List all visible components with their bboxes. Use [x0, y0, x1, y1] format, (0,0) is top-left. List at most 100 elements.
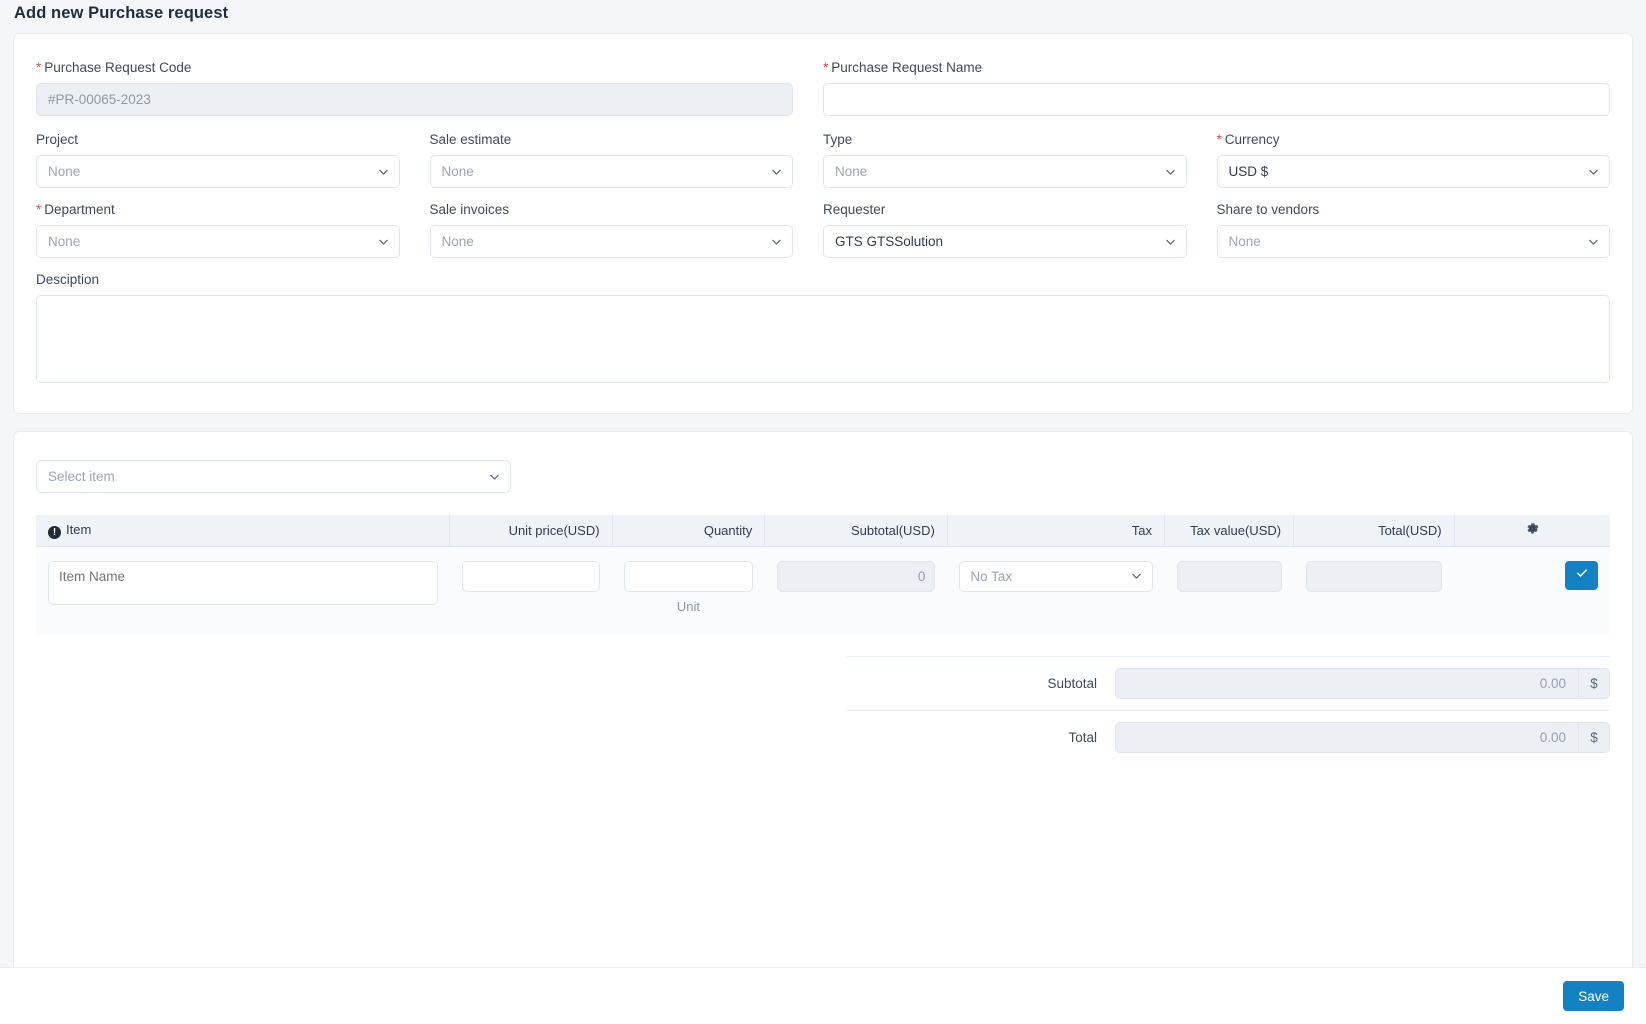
tax-select[interactable]: No Tax: [959, 561, 1152, 592]
department-select[interactable]: None: [36, 225, 400, 258]
field-sale-estimate: Sale estimate None: [430, 132, 824, 188]
chevron-down-icon: [771, 236, 782, 247]
department-select-value: None: [48, 234, 80, 249]
chevron-down-icon: [378, 236, 389, 247]
cell-subtotal: 0: [765, 546, 948, 634]
col-header-tax-value: Tax value(USD): [1165, 515, 1294, 546]
unit-price-input[interactable]: [462, 561, 600, 592]
form-row-3: *Department None Sale invoices None Requ…: [36, 202, 1610, 258]
select-item-placeholder: Select item: [48, 469, 115, 484]
quantity-unit-note: Unit: [624, 599, 753, 614]
required-asterisk: *: [823, 60, 828, 75]
label-text: Department: [44, 202, 115, 217]
subtotal-currency-suffix: $: [1578, 668, 1610, 699]
cell-unit-price: [450, 546, 612, 634]
quantity-input[interactable]: [624, 561, 753, 592]
totals-section: Subtotal 0.00 $ Total 0.00 $: [36, 656, 1610, 764]
cell-tax: No Tax: [947, 546, 1164, 634]
type-select-value: None: [835, 164, 867, 179]
field-currency: *Currency USD $: [1217, 132, 1611, 188]
bottom-spacer: [36, 764, 1610, 838]
currency-select[interactable]: USD $: [1217, 155, 1611, 188]
field-department: *Department None: [36, 202, 430, 258]
purchase-request-name-input[interactable]: [823, 83, 1610, 116]
save-button[interactable]: Save: [1563, 981, 1624, 1011]
chevron-down-icon: [1588, 236, 1599, 247]
table-row: Unit 0 No Tax: [36, 546, 1610, 634]
required-asterisk: *: [36, 202, 41, 217]
total-input: 0.00: [1115, 722, 1578, 753]
page-title: Add new Purchase request: [14, 4, 1646, 23]
requester-select[interactable]: GTS GTSSolution: [823, 225, 1187, 258]
chevron-down-icon: [1165, 166, 1176, 177]
field-requester: Requester GTS GTSSolution: [823, 202, 1217, 258]
total-row: Total 0.00 $: [847, 710, 1610, 764]
subtotal-value: 0: [777, 561, 936, 592]
project-select-value: None: [48, 164, 80, 179]
subtotal-input: 0.00: [1115, 668, 1578, 699]
subtotal-row: Subtotal 0.00 $: [847, 656, 1610, 710]
purchase-request-code-input[interactable]: #PR-00065-2023: [36, 83, 793, 116]
total-currency-suffix: $: [1578, 722, 1610, 753]
field-share-to-vendors: Share to vendors None: [1217, 202, 1611, 258]
label-sale-invoices: Sale invoices: [430, 202, 794, 218]
chevron-down-icon: [771, 166, 782, 177]
col-header-unit-price: Unit price(USD): [450, 515, 612, 546]
total-label: Total: [847, 730, 1115, 745]
label-purchase-request-name: *Purchase Request Name: [823, 60, 1610, 76]
label-share-to-vendors: Share to vendors: [1217, 202, 1611, 218]
col-header-tax: Tax: [947, 515, 1164, 546]
cell-tax-value: [1165, 546, 1294, 634]
cell-item-name: [36, 546, 450, 634]
purchase-request-form-card: *Purchase Request Code #PR-00065-2023 *P…: [13, 33, 1633, 414]
select-item-wrap: Select item: [36, 460, 511, 493]
cell-quantity: Unit: [612, 546, 765, 634]
label-department: *Department: [36, 202, 400, 218]
page-header: Add new Purchase request: [0, 0, 1646, 33]
purchase-request-page: Add new Purchase request *Purchase Reque…: [0, 0, 1646, 1024]
label-description: Desciption: [36, 272, 1610, 288]
required-asterisk: *: [1217, 132, 1222, 147]
label-sale-estimate: Sale estimate: [430, 132, 794, 148]
chevron-down-icon: [1588, 166, 1599, 177]
cell-total: [1294, 546, 1455, 634]
info-icon: !: [48, 526, 61, 539]
currency-select-value: USD $: [1229, 164, 1269, 179]
cell-actions: [1454, 546, 1610, 634]
tax-select-value: No Tax: [970, 569, 1012, 584]
confirm-row-button[interactable]: [1565, 561, 1598, 590]
footer-bar: Save: [0, 967, 1646, 1024]
label-type: Type: [823, 132, 1187, 148]
totals-inner: Subtotal 0.00 $ Total 0.00 $: [847, 656, 1610, 764]
share-to-vendors-select[interactable]: None: [1217, 225, 1611, 258]
col-header-total: Total(USD): [1294, 515, 1455, 546]
subtotal-label: Subtotal: [847, 676, 1115, 691]
chevron-down-icon: [378, 166, 389, 177]
item-name-input[interactable]: [48, 561, 438, 605]
description-textarea[interactable]: [36, 295, 1610, 383]
items-table: !Item Unit price(USD) Quantity Subtotal(…: [36, 515, 1610, 634]
type-select[interactable]: None: [823, 155, 1187, 188]
items-table-body: Unit 0 No Tax: [36, 546, 1610, 634]
form-row-1: *Purchase Request Code #PR-00065-2023 *P…: [36, 60, 1610, 116]
items-card: Select item !Item Unit price(USD) Quanti…: [13, 431, 1633, 1024]
requester-select-value: GTS GTSSolution: [835, 234, 943, 249]
project-select[interactable]: None: [36, 155, 400, 188]
label-purchase-request-code: *Purchase Request Code: [36, 60, 793, 76]
sale-invoices-select[interactable]: None: [430, 225, 794, 258]
col-header-subtotal: Subtotal(USD): [765, 515, 948, 546]
total-field-group: 0.00 $: [1115, 722, 1610, 753]
col-header-item: !Item: [36, 515, 450, 546]
row-total-field: [1306, 561, 1443, 592]
field-type: Type None: [823, 132, 1217, 188]
select-item-dropdown[interactable]: Select item: [36, 460, 511, 493]
field-purchase-request-name: *Purchase Request Name: [823, 60, 1610, 116]
sale-estimate-select[interactable]: None: [430, 155, 794, 188]
chevron-down-icon: [1165, 236, 1176, 247]
field-project: Project None: [36, 132, 430, 188]
required-asterisk: *: [36, 60, 41, 75]
tax-value-field: [1177, 561, 1282, 592]
sale-estimate-select-value: None: [442, 164, 474, 179]
gear-icon[interactable]: [1525, 521, 1540, 536]
label-text: Currency: [1225, 132, 1280, 147]
